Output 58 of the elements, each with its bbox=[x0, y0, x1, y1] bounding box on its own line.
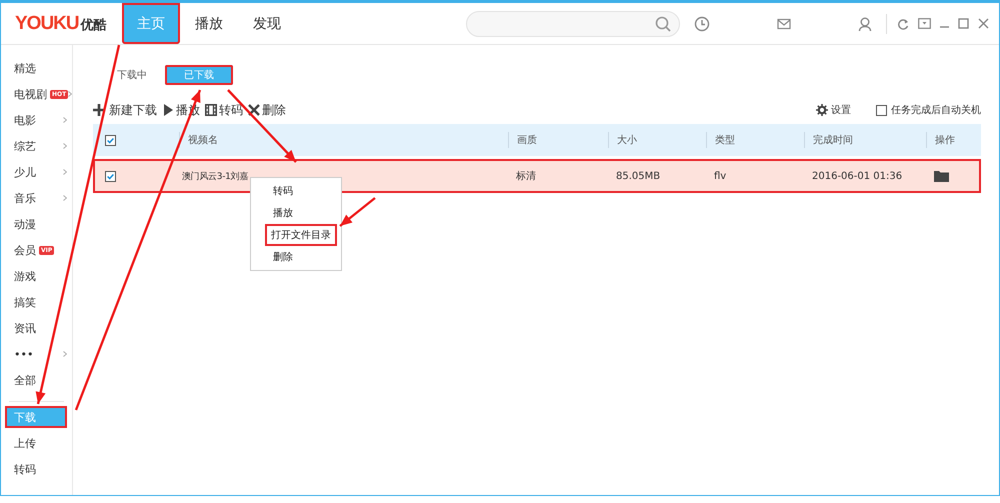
film-icon bbox=[205, 104, 217, 116]
search-icon bbox=[655, 16, 671, 32]
table-cell: 85.05MB bbox=[616, 170, 660, 182]
sidebar-item[interactable]: 全部 bbox=[14, 372, 36, 388]
clock-icon bbox=[694, 16, 710, 32]
table-cell: 2016-06-01 01:36 bbox=[812, 170, 902, 182]
sidebar-item[interactable]: 资讯 bbox=[14, 320, 36, 336]
close-icon bbox=[978, 18, 989, 29]
sidebar-item[interactable]: 游戏 bbox=[14, 268, 36, 284]
sidebar-item[interactable]: 动漫 bbox=[14, 216, 36, 232]
minimize-icon bbox=[940, 26, 949, 28]
user-icon bbox=[858, 16, 872, 30]
sidebar-item[interactable]: 音乐 bbox=[14, 190, 36, 206]
column-header: 完成时间 bbox=[804, 132, 926, 148]
menu-item[interactable]: 删除 bbox=[267, 246, 299, 268]
settings-icon bbox=[816, 104, 828, 116]
plus-icon bbox=[93, 104, 105, 116]
mail-icon bbox=[777, 18, 791, 30]
sidebar-item[interactable]: 上传 bbox=[1, 430, 72, 456]
menu-item[interactable]: 打开文件目录 bbox=[265, 224, 337, 246]
toolbar-button[interactable]: 删除 bbox=[248, 102, 286, 118]
maximize-icon bbox=[958, 18, 969, 29]
table-cell: flv bbox=[714, 170, 726, 182]
table-cell-text: 澳门风云3-1刘嘉 bbox=[182, 170, 248, 182]
sidebar-item[interactable]: 少儿 bbox=[14, 164, 36, 180]
sidebar-item[interactable]: 精选 bbox=[14, 60, 36, 76]
search-field[interactable] bbox=[466, 10, 680, 36]
checkbox[interactable] bbox=[876, 104, 887, 116]
column-header: 画质 bbox=[508, 132, 608, 148]
toolbar-button[interactable]: 新建下载 bbox=[93, 102, 157, 118]
settings-button[interactable]: 设置 bbox=[816, 103, 851, 117]
menu-item[interactable]: 播放 bbox=[267, 202, 299, 224]
folder-icon bbox=[934, 170, 949, 182]
column-header: 操作 bbox=[926, 132, 981, 148]
sidebar-item[interactable]: 综艺 bbox=[14, 138, 36, 154]
checkbox[interactable] bbox=[105, 170, 116, 182]
sidebar-item[interactable]: 搞笑 bbox=[14, 294, 36, 310]
nav-tab[interactable]: 播放 bbox=[180, 3, 238, 44]
sidebar-item[interactable]: ••• bbox=[14, 348, 34, 360]
play-icon bbox=[162, 104, 174, 116]
checkbox[interactable] bbox=[105, 134, 116, 146]
annotation-arrow bbox=[339, 197, 376, 227]
table-cell-text: 标清 bbox=[516, 170, 536, 183]
checkbox-label: 任务完成后自动关机 bbox=[891, 104, 981, 117]
sidebar-item[interactable]: 电视剧 bbox=[14, 86, 47, 102]
sidebar-item[interactable]: 会员 bbox=[14, 242, 36, 258]
column-header: 类型 bbox=[706, 132, 804, 148]
cross-icon bbox=[248, 104, 260, 116]
refresh-icon bbox=[897, 18, 909, 30]
column-header: 大小 bbox=[608, 132, 706, 148]
column-header: 视频名 bbox=[179, 132, 508, 148]
sidebar-item[interactable]: 转码 bbox=[1, 456, 72, 482]
tab[interactable]: 下载中 bbox=[117, 68, 147, 82]
sidebar-item[interactable]: 电影 bbox=[14, 112, 36, 128]
nav-tab[interactable]: 发现 bbox=[238, 3, 296, 44]
toolbar-button[interactable]: 转码 bbox=[205, 102, 243, 118]
mini-player-icon bbox=[918, 18, 931, 29]
youku-logo: YOUKU优酷 bbox=[14, 12, 108, 34]
